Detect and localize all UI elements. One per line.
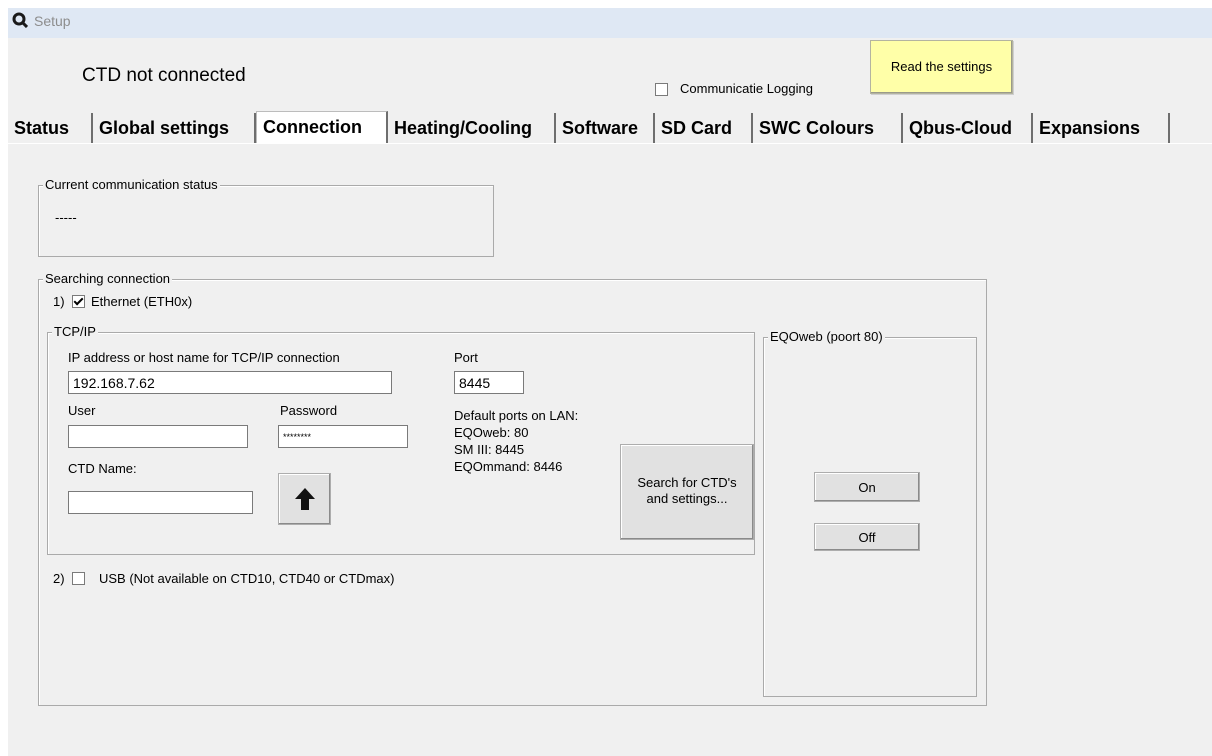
communicatie-logging-checkbox[interactable]	[655, 83, 668, 96]
setup-window: CTD not connected Communicatie Logging R…	[8, 38, 1212, 756]
tcpip-group: TCP/IP IP address or host name for TCP/I…	[47, 324, 755, 555]
eqoweb-off-button[interactable]: Off	[814, 523, 920, 551]
default-port-sm3: SM III: 8445	[454, 442, 525, 457]
tab-sd-card[interactable]: SD Card	[655, 113, 753, 143]
ip-label: IP address or host name for TCP/IP conne…	[68, 350, 340, 365]
usb-checkbox[interactable]	[72, 572, 85, 585]
magnifier-logo-icon	[12, 12, 28, 28]
tab-divider	[8, 143, 1212, 144]
password-label: Password	[280, 403, 338, 418]
current-status-value: -----	[55, 210, 77, 225]
tab-software[interactable]: Software	[556, 113, 655, 143]
option2-prefix: 2)	[53, 571, 65, 586]
tab-heating-cooling[interactable]: Heating/Cooling	[388, 113, 556, 143]
eqoweb-on-button[interactable]: On	[814, 472, 920, 502]
default-port-eqommand: EQOmmand: 8446	[454, 459, 563, 474]
tab-swc-colours[interactable]: SWC Colours	[753, 113, 903, 143]
tab-connection[interactable]: Connection	[256, 111, 388, 143]
current-status-legend: Current communication status	[43, 177, 220, 192]
connection-status-text: CTD not connected	[82, 65, 246, 86]
current-status-group: Current communication status -----	[38, 177, 494, 257]
user-input[interactable]	[68, 425, 248, 448]
ethernet-checkbox[interactable]	[72, 295, 85, 308]
option1-prefix: 1)	[53, 294, 65, 309]
ip-address-input[interactable]: 192.168.7.62	[68, 371, 392, 394]
ethernet-label: Ethernet (ETH0x)	[91, 294, 193, 309]
search-button-line2: and settings...	[646, 491, 728, 506]
window-title: Setup	[34, 13, 71, 29]
default-port-eqoweb: EQOweb: 80	[454, 425, 529, 440]
tcpip-legend: TCP/IP	[52, 324, 98, 339]
port-label: Port	[454, 350, 478, 365]
tab-bar: Status Global settings Connection Heatin…	[8, 111, 1212, 143]
tab-status[interactable]: Status	[8, 113, 93, 143]
tab-global-settings[interactable]: Global settings	[93, 113, 256, 143]
ctd-name-input[interactable]	[68, 491, 253, 514]
eqoweb-group: EQOweb (poort 80) On Off	[763, 329, 977, 697]
default-ports-title: Default ports on LAN:	[454, 408, 579, 423]
user-label: User	[68, 403, 96, 418]
upload-button[interactable]	[278, 473, 331, 525]
search-ctd-button[interactable]: Search for CTD's and settings...	[620, 444, 754, 540]
tab-expansions[interactable]: Expansions	[1033, 113, 1170, 143]
arrow-up-icon	[295, 488, 315, 510]
search-button-line1: Search for CTD's	[637, 475, 737, 490]
ctd-name-label: CTD Name:	[68, 461, 137, 476]
password-input[interactable]: ********	[278, 425, 408, 448]
tab-qbus-cloud[interactable]: Qbus-Cloud	[903, 113, 1033, 143]
usb-label: USB (Not available on CTD10, CTD40 or CT…	[99, 571, 395, 586]
searching-connection-legend: Searching connection	[43, 271, 173, 286]
read-settings-button[interactable]: Read the settings	[870, 40, 1013, 94]
port-input[interactable]: 8445	[454, 371, 524, 394]
communicatie-logging-label: Communicatie Logging	[680, 81, 813, 96]
eqoweb-legend: EQOweb (poort 80)	[768, 329, 885, 344]
title-bar: Setup	[8, 8, 1212, 38]
